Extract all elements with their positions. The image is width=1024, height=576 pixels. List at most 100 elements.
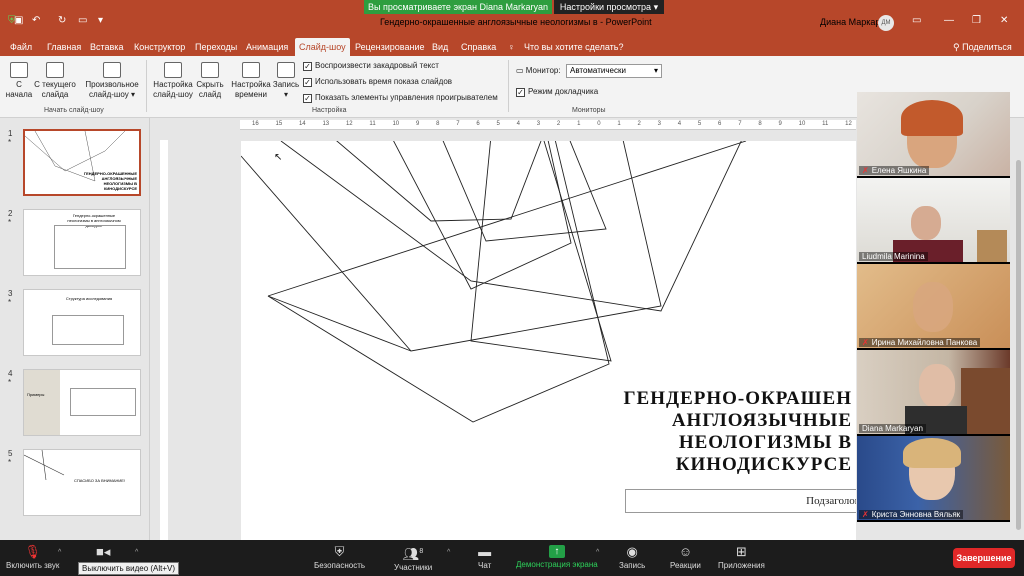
tab-review[interactable]: Рецензирование <box>355 38 425 56</box>
ribbon-display-options-icon[interactable]: ▭ <box>912 15 921 26</box>
hide-slide-button[interactable]: Скрыть слайд <box>195 62 225 100</box>
participants-icon: 👥︎8 <box>402 546 424 562</box>
slide-subtitle-placeholder[interactable]: Подзаголов <box>625 489 856 513</box>
custom-show-label-2: слайд-шоу <box>89 90 129 99</box>
custom-slideshow-button[interactable]: Произвольное слайд-шоу ▾ <box>82 62 142 100</box>
share-screen-label: Демонстрация экрана <box>516 560 598 569</box>
stop-video-button[interactable]: ■◂ <box>96 545 110 561</box>
ruler-tick: 14 <box>298 121 306 127</box>
record-meeting-button[interactable]: ◉ Запись <box>619 544 645 571</box>
ruler-tick: 1 <box>577 121 581 127</box>
slide-title-line: КИНОДИСКУРСЕ <box>675 454 852 475</box>
record-icon: ◉ <box>626 544 638 559</box>
undo-icon[interactable]: ↶ <box>32 15 40 26</box>
tab-animations[interactable]: Анимация <box>246 38 288 56</box>
reactions-button[interactable]: ☺ Реакции <box>670 544 701 571</box>
video-tile[interactable]: Liudmila Marinina <box>857 178 1010 262</box>
tab-view[interactable]: Вид <box>432 38 448 56</box>
security-button[interactable]: ⛨ Безопасность <box>314 545 365 571</box>
thumb-title: ГЕНДЕРНО-ОКРАШЕННЫЕ АНГЛОЯЗЫЧНЫЕ НЕОЛОГИ… <box>83 171 137 191</box>
slide-thumbnail-1[interactable]: ГЕНДЕРНО-ОКРАШЕННЫЕ АНГЛОЯЗЫЧНЫЕ НЕОЛОГИ… <box>23 129 141 196</box>
video-tile[interactable]: ✗ Криста Энновна Вяльяк <box>857 436 1010 520</box>
record-button[interactable]: Запись ▾ <box>271 62 301 100</box>
group-label-start: Начать слайд-шоу <box>44 107 104 114</box>
customize-qat-icon[interactable]: ▾ <box>98 15 103 26</box>
minimize-icon[interactable]: — <box>944 15 954 26</box>
video-tile[interactable]: ✗ Ирина Михайловна Панкова <box>857 264 1010 348</box>
ruler-tick: 0 <box>597 121 601 127</box>
tab-transitions[interactable]: Переходы <box>195 38 237 56</box>
presenter-view-checkbox[interactable]: ✓ Режим докладчика <box>516 87 598 97</box>
thumb-number-text: 4 <box>8 369 13 378</box>
group-label-monitors: Мониторы <box>572 107 606 114</box>
ruler-tick: 16 <box>252 121 259 127</box>
participants-button[interactable]: 👥︎8 Участники <box>394 545 432 573</box>
thumb-panel <box>24 370 60 435</box>
slide-title[interactable]: ГЕНДЕРНО-ОКРАШЕН АНГЛОЯЗЫЧНЫЕ НЕОЛОГИЗМЫ… <box>582 388 852 476</box>
slideshow-icon[interactable]: ▭ <box>78 15 87 26</box>
close-icon[interactable]: ✕ <box>1000 15 1008 26</box>
participant-name: ✗ Елена Яшкина <box>859 166 930 175</box>
thumb-title: Структура исследования <box>65 296 113 301</box>
media-controls-label: Показать элементы управления проигрывате… <box>315 93 498 102</box>
ruler-tick: 12 <box>845 121 852 127</box>
ruler-tick: 7 <box>738 121 742 127</box>
monitor-select[interactable]: Автоматически ▾ <box>566 64 662 78</box>
monitor-label-text: Монитор: <box>525 66 561 75</box>
slide-thumbnail-2[interactable]: Гендерно-окрашенные неологизмы в англояз… <box>23 209 141 276</box>
slide-thumbnail-3[interactable]: Структура исследования <box>23 289 141 356</box>
video-tile[interactable]: ✗ Елена Яшкина <box>857 92 1010 176</box>
ribbon-divider <box>146 60 147 112</box>
reactions-label: Реакции <box>670 561 701 570</box>
narration-checkbox[interactable]: ✓ Воспроизвести закадровый текст <box>303 61 439 71</box>
end-meeting-button[interactable]: Завершение <box>953 548 1015 568</box>
tab-design[interactable]: Конструктор <box>134 38 185 56</box>
from-beginning-button[interactable]: С начала <box>5 62 33 100</box>
ruler-tick: 6 <box>718 121 722 127</box>
ruler-tick: 5 <box>697 121 702 127</box>
background-bookshelf <box>961 368 1010 434</box>
scrollbar-thumb[interactable] <box>1016 160 1021 530</box>
thumb-number: 1 * <box>8 129 13 147</box>
slide-thumbnail-5[interactable]: СПАСИБО ЗА ВНИМАНИЕ! <box>23 449 141 516</box>
redo-icon[interactable]: ↻ <box>58 15 66 26</box>
setup-slideshow-button[interactable]: Настройка слайд-шоу <box>150 62 196 100</box>
chevron-up-icon[interactable]: ^ <box>447 549 450 556</box>
media-controls-checkbox[interactable]: ✓ Показать элементы управления проигрыват… <box>303 93 498 103</box>
tab-home[interactable]: Главная <box>47 38 81 56</box>
tab-slideshow[interactable]: Слайд-шоу <box>295 38 350 56</box>
chevron-up-icon[interactable]: ^ <box>135 549 138 556</box>
ruler-tick: 3 <box>536 121 541 127</box>
thumb-number-text: 1 <box>8 129 13 138</box>
from-current-label-1: С текущего <box>34 80 76 89</box>
share-button[interactable]: ⚲ Поделиться <box>953 38 1012 56</box>
participant-name-text: Ирина Михайловна Панкова <box>871 338 978 347</box>
chevron-up-icon[interactable]: ^ <box>58 549 61 556</box>
participant-face <box>911 206 941 240</box>
tab-insert[interactable]: Вставка <box>90 38 123 56</box>
ruler-tick: 9 <box>415 121 420 127</box>
from-current-slide-button[interactable]: С текущего слайда <box>33 62 77 100</box>
rehearse-timings-button[interactable]: Настройка времени <box>231 62 271 100</box>
unmute-button[interactable]: 🎙︎ Включить звук <box>6 545 59 571</box>
slide-canvas[interactable]: ГЕНДЕРНО-ОКРАШЕН АНГЛОЯЗЫЧНЫЕ НЕОЛОГИЗМЫ… <box>241 141 856 540</box>
use-timings-checkbox[interactable]: ✓ Использовать время показа слайдов <box>303 77 452 87</box>
chat-button[interactable]: ▬ Чат <box>478 545 491 571</box>
video-tile[interactable]: Diana Markaryan <box>857 350 1010 434</box>
avatar[interactable]: ДМ <box>878 15 894 31</box>
smiley-icon: ☺ <box>678 544 693 559</box>
slide-title-line: ГЕНДЕРНО-ОКРАШЕН <box>623 388 852 409</box>
view-options-button[interactable]: Настройки просмотра ▾ <box>554 0 664 14</box>
save-icon[interactable]: ▣ <box>14 15 23 26</box>
apps-button[interactable]: ⊞ Приложения <box>718 545 765 571</box>
rehearse-label-1: Настройка <box>231 80 271 89</box>
chevron-up-icon[interactable]: ^ <box>596 549 599 556</box>
restore-icon[interactable]: ❐ <box>972 15 981 26</box>
tab-file[interactable]: Файл <box>10 38 32 56</box>
ruler-tick: 12 <box>345 121 353 127</box>
tab-help[interactable]: Справка <box>461 38 496 56</box>
slide-thumbnail-4[interactable]: Примеры <box>23 369 141 436</box>
participant-name-text: Liudmila Marinina <box>862 252 925 261</box>
share-screen-button[interactable]: ↑ Демонстрация экрана <box>516 545 598 569</box>
tell-me-input[interactable]: Что вы хотите сделать? <box>524 38 624 56</box>
